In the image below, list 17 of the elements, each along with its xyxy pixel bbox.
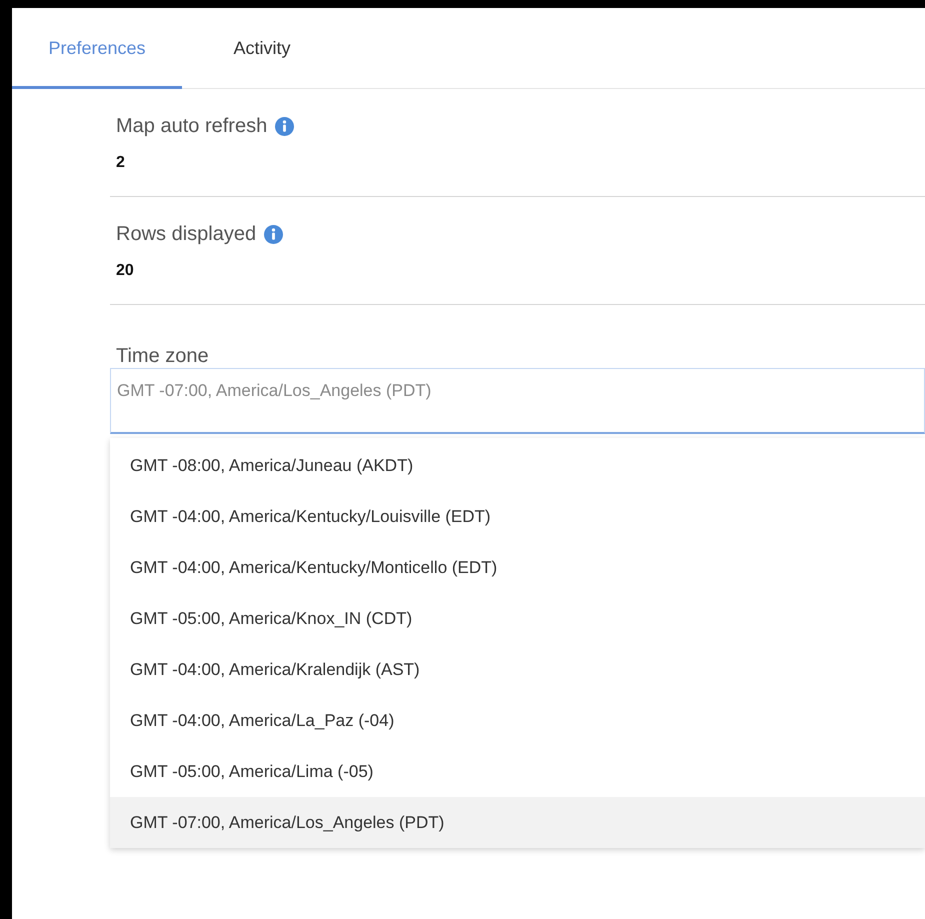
setting-value: 20 <box>116 262 135 280</box>
dropdown-option[interactable]: GMT -05:00, America/Lima (-05) <box>110 746 925 797</box>
dropdown-option[interactable]: GMT -04:00, America/Kentucky/Monticello (EDT) <box>110 542 925 593</box>
setting-value: 2 <box>116 154 126 172</box>
dropdown-option[interactable]: GMT -04:00, America/Kralendijk (AST) <box>110 644 925 695</box>
dropdown-option[interactable]: GMT -08:00, America/Juneau (AKDT) <box>110 440 925 491</box>
setting-label: Map auto refresh <box>116 115 268 138</box>
field-label: Time zone <box>116 345 210 368</box>
dropdown-option[interactable]: GMT -05:00, America/Knox_IN (CDT) <box>110 593 925 644</box>
dropdown-option[interactable]: GMT -07:00, America/Los_Angeles (PDT) <box>110 797 925 848</box>
tab[interactable]: Activity <box>182 8 342 89</box>
dropdown-option[interactable]: GMT -04:00, America/Kentucky/Louisville (EDT) <box>110 491 925 542</box>
setting-label: Rows displayed <box>116 223 256 246</box>
info-icon[interactable] <box>275 117 294 136</box>
info-icon[interactable] <box>264 225 284 244</box>
dropdown-option[interactable]: GMT -04:00, America/La_Paz (-04) <box>110 695 925 746</box>
time-zone-field[interactable]: GMT -07:00, America/Los_Angeles (PDT) <box>110 368 925 434</box>
